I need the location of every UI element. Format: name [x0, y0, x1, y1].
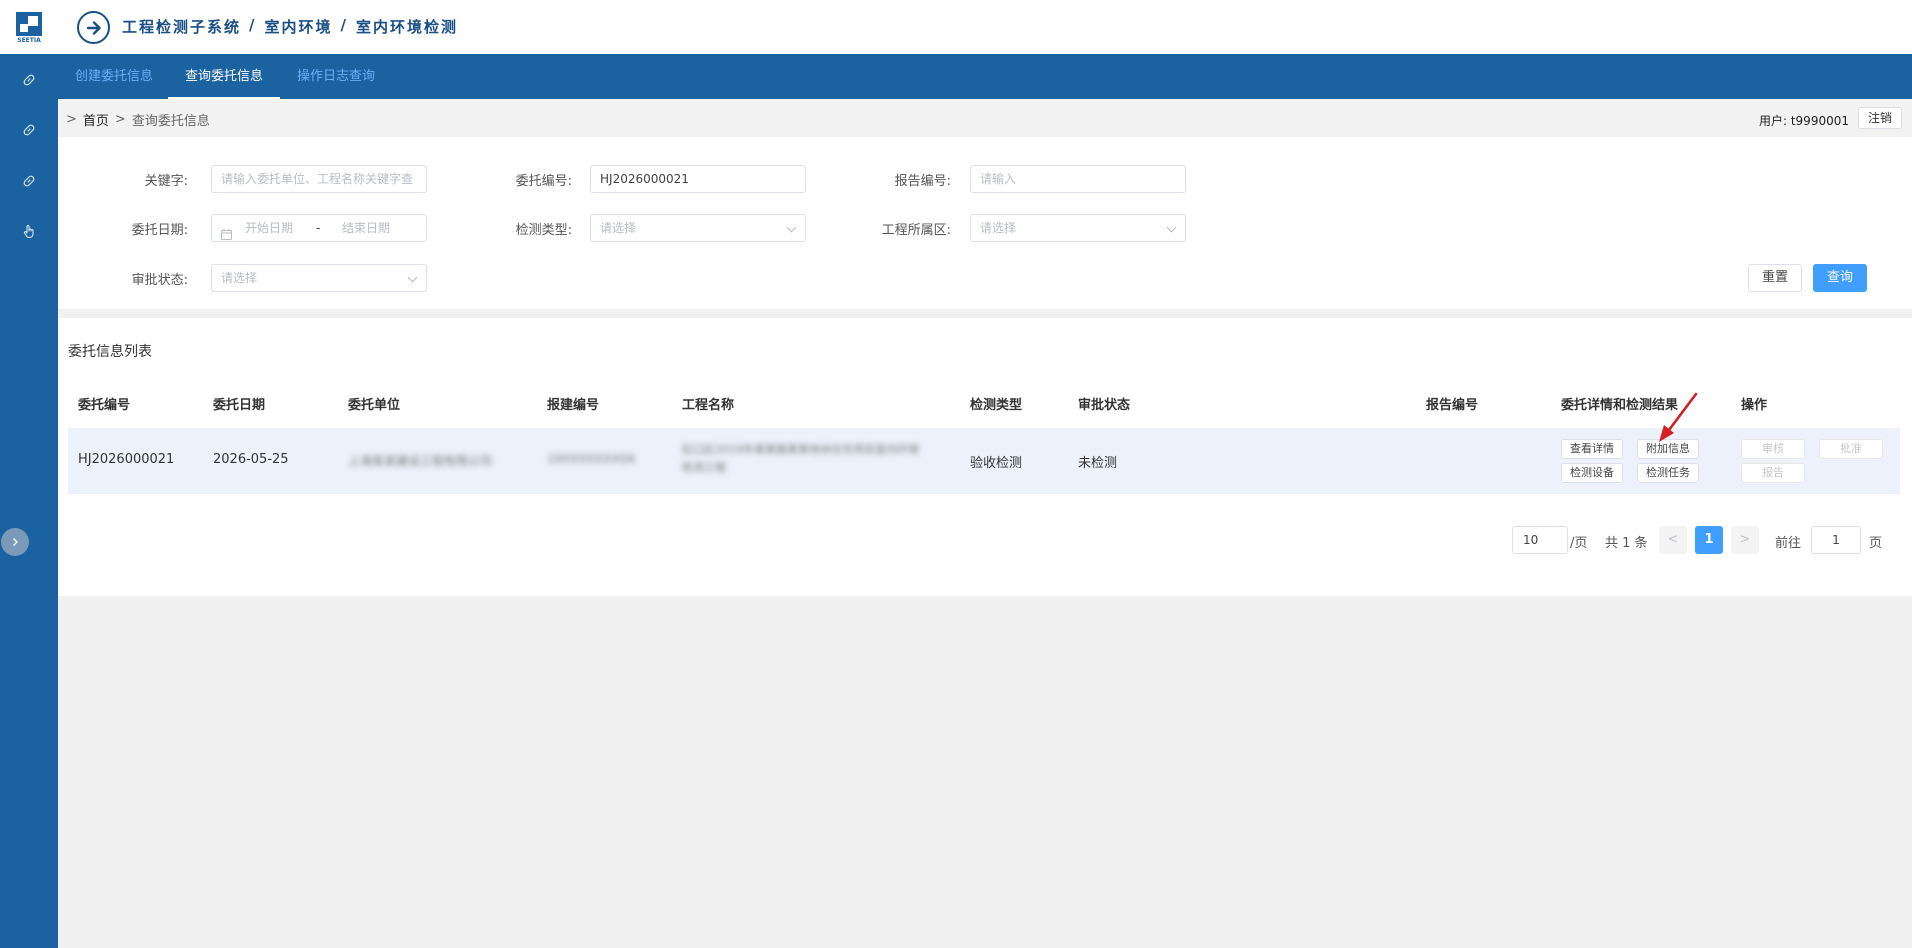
test-type-label: 检测类型:	[515, 223, 572, 238]
per-page-label: /页	[1570, 536, 1588, 551]
cell-test-type: 验收检测	[970, 456, 1023, 471]
entrust-no-input[interactable]: HJ2026000021	[590, 165, 806, 193]
table-header: 委托编号 委托日期 委托单位 报建编号 工程名称 检测类型 审批状态 报告编号 …	[68, 388, 1900, 418]
tab-bar: 创建委托信息 查询委托信息 操作日志查询	[58, 54, 1912, 99]
reset-button[interactable]: 重置	[1748, 264, 1803, 292]
col-approval-status: 审批状态	[1078, 398, 1131, 413]
back-arrow-icon[interactable]	[77, 11, 110, 44]
crumb-module: 室内环境	[264, 18, 333, 36]
keyword-input[interactable]: 请输入委托单位、工程名称关键字查	[211, 165, 427, 193]
logo-text: SEETIA	[17, 37, 41, 44]
approve-button[interactable]: 批准	[1819, 439, 1883, 459]
left-sidebar	[0, 54, 58, 948]
report-no-label: 报告编号:	[894, 174, 951, 189]
user-label: 用户: t9990001	[1758, 114, 1849, 128]
expand-sidebar-button[interactable]	[1, 528, 29, 556]
col-build-no: 报建编号	[547, 398, 600, 413]
cell-approval-status: 未检测	[1078, 456, 1118, 471]
district-select[interactable]: 请选择	[970, 214, 1186, 242]
view-detail-button[interactable]: 查看详情	[1561, 439, 1623, 459]
system-breadcrumb-title: 工程检测子系统 / 室内环境 / 室内环境检测	[122, 16, 458, 37]
breadcrumb-current: 查询委托信息	[131, 114, 210, 129]
logout-button[interactable]: 注销	[1857, 107, 1902, 129]
project-name-line1: 虹口区2019年某某路某某地块住宅项目室内环境	[682, 443, 919, 456]
goto-label: 前往	[1775, 536, 1802, 551]
date-separator: -	[316, 221, 321, 235]
end-date-input[interactable]: 结束日期	[342, 215, 390, 241]
crumb-page: 室内环境检测	[356, 18, 459, 36]
district-value: 请选择	[980, 221, 1017, 235]
total-count: 共 1 条	[1605, 536, 1648, 551]
search-button[interactable]: 查询	[1813, 264, 1868, 292]
top-header: SEETIA 工程检测子系统 / 室内环境 / 室内环境检测	[0, 0, 1912, 54]
table-row[interactable]: HJ2026000021 2026-05-25 上海某某建设工程有限公司 19X…	[68, 428, 1900, 494]
review-button[interactable]: 审核	[1741, 439, 1805, 459]
col-entrust-date: 委托日期	[213, 398, 266, 413]
district-label: 工程所属区:	[881, 223, 951, 238]
entrust-date-label: 委托日期:	[131, 223, 188, 238]
page-size-select[interactable]: 10	[1512, 526, 1568, 554]
app-logo: SEETIA	[0, 0, 58, 54]
report-button[interactable]: 报告	[1741, 463, 1805, 483]
cell-entrust-no: HJ2026000021	[78, 452, 175, 467]
test-type-value: 请选择	[600, 221, 637, 235]
calendar-icon	[221, 223, 232, 249]
list-title: 委托信息列表	[68, 344, 152, 360]
breadcrumb-sep: >	[66, 112, 77, 127]
chevron-down-icon	[407, 272, 418, 283]
goto-page-input[interactable]: 1	[1811, 526, 1861, 554]
annotation-arrow-icon	[1659, 392, 1698, 442]
link-icon[interactable]	[18, 69, 40, 91]
project-name-line2: 检测工程	[682, 461, 726, 474]
test-task-button[interactable]: 检测任务	[1637, 463, 1699, 483]
test-equipment-button[interactable]: 检测设备	[1561, 463, 1623, 483]
entrust-no-label: 委托编号:	[515, 174, 572, 189]
keyword-label: 关键字:	[144, 174, 188, 189]
page-unit-label: 页	[1869, 536, 1883, 551]
link-icon[interactable]	[18, 170, 40, 192]
col-report-no: 报告编号	[1426, 398, 1479, 413]
next-page-button[interactable]: >	[1731, 526, 1759, 554]
col-entrust-unit: 委托单位	[348, 398, 401, 413]
start-date-input[interactable]: 开始日期	[245, 215, 293, 241]
breadcrumb: > 首页 > 查询委托信息 用户: t9990001 注销	[58, 99, 1912, 137]
page-1-button[interactable]: 1	[1695, 526, 1723, 554]
report-no-input[interactable]: 请输入	[970, 165, 1186, 193]
approval-select[interactable]: 请选择	[211, 264, 427, 292]
tab-create-entrust[interactable]: 创建委托信息	[58, 54, 170, 99]
chevron-down-icon	[786, 222, 797, 233]
col-project-name: 工程名称	[682, 398, 735, 413]
date-range-picker[interactable]: 开始日期 - 结束日期	[211, 214, 427, 242]
link-icon[interactable]	[18, 119, 40, 141]
cell-build-no: 19XXXXXXX04	[547, 452, 636, 466]
cell-entrust-unit: 上海某某建设工程有限公司	[348, 454, 493, 468]
breadcrumb-home[interactable]: 首页	[83, 110, 109, 129]
cell-project-name: 虹口区2019年某某路某某地块住宅项目室内环境 检测工程	[682, 441, 952, 477]
crumb-sep: /	[340, 16, 348, 34]
tab-query-entrust[interactable]: 查询委托信息	[168, 54, 281, 99]
col-test-type: 检测类型	[970, 398, 1023, 413]
breadcrumb-sep: >	[114, 112, 126, 127]
filter-panel: 关键字: 请输入委托单位、工程名称关键字查 委托编号: HJ2026000021…	[58, 137, 1912, 309]
hand-pointer-icon[interactable]	[18, 220, 40, 242]
crumb-sep: /	[249, 16, 257, 34]
col-entrust-no: 委托编号	[78, 398, 131, 413]
chevron-down-icon	[1166, 222, 1177, 233]
col-operations: 操作	[1741, 398, 1768, 413]
entrust-list-panel: 委托信息列表 委托编号 委托日期 委托单位 报建编号 工程名称 检测类型 审批状…	[58, 318, 1912, 596]
prev-page-button[interactable]: <	[1659, 526, 1687, 554]
crumb-system: 工程检测子系统	[122, 18, 242, 36]
tab-operation-log[interactable]: 操作日志查询	[280, 54, 392, 99]
approval-value: 请选择	[221, 271, 258, 285]
cell-entrust-date: 2026-05-25	[213, 452, 289, 467]
approval-label: 审批状态:	[131, 273, 188, 288]
test-type-select[interactable]: 请选择	[590, 214, 806, 242]
